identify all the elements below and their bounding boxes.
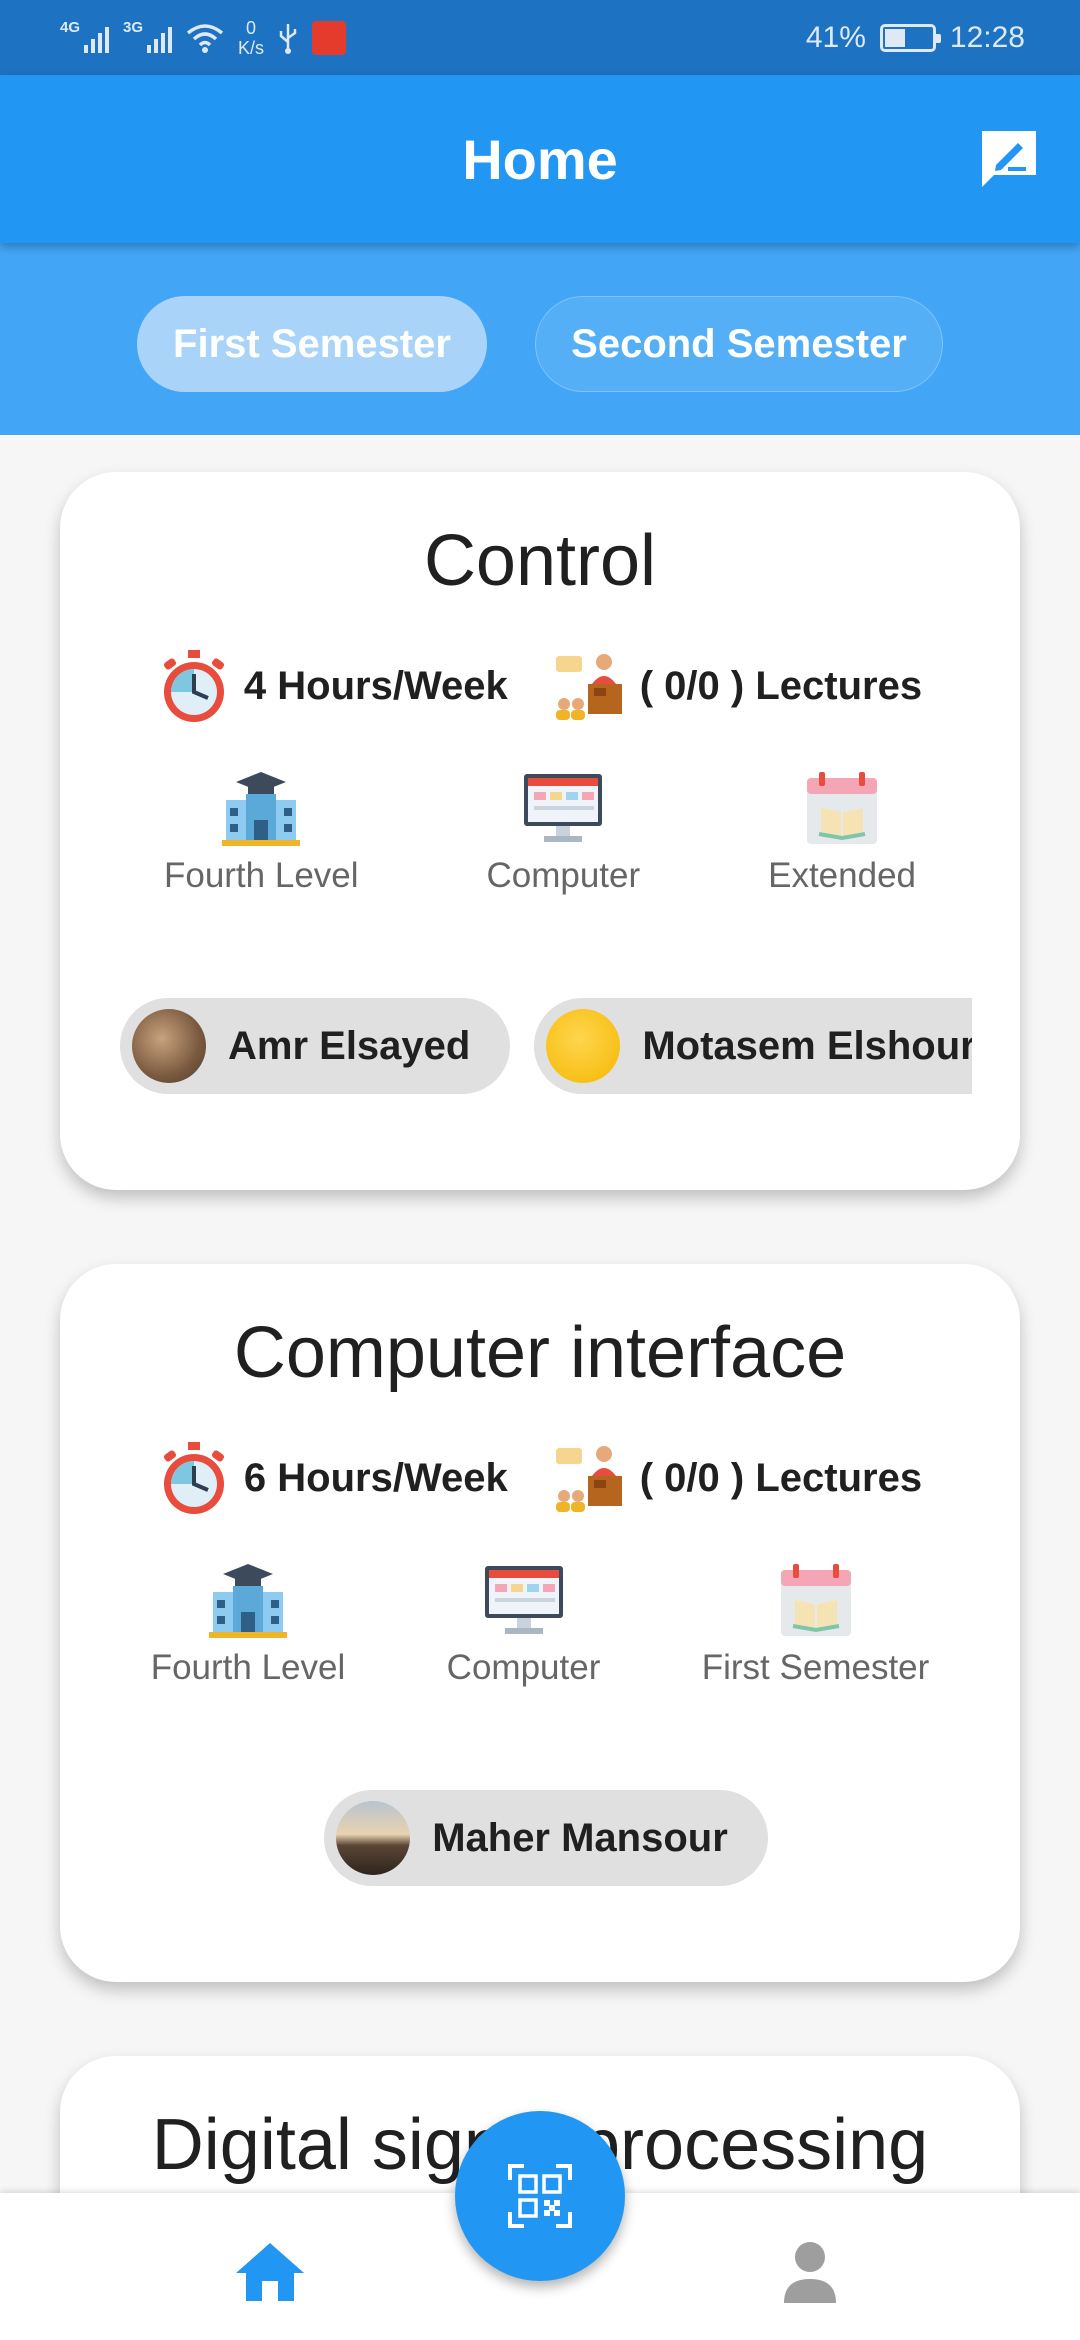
lectures-count: ( 0/0 ) Lectures: [554, 1442, 922, 1514]
course-info: Fourth Level Computer: [60, 1560, 1020, 1688]
chat-edit-icon[interactable]: [978, 127, 1040, 189]
hours-per-week: 6 Hours/Week: [158, 1440, 508, 1516]
calendar-book-icon: [780, 1564, 851, 1636]
course-card[interactable]: Computer interface 6 Hours/Week (0/0) …: [60, 1264, 1020, 1982]
battery-percent: 41%: [805, 20, 866, 54]
lectures-label: ( 0/0 ) Lectures: [639, 663, 923, 708]
status-bar-right: 41% 12:28: [806, 21, 1025, 55]
computer-monitor-icon: [524, 774, 603, 842]
battery-icon: [879, 23, 941, 52]
network-speed-unit: K/s: [238, 37, 265, 58]
course-stats: 6 Hours/Week ( 0/0 ) Lectures: [60, 1440, 1020, 1516]
lecturer-icon: [555, 654, 622, 720]
status-bar: 4G 3G 0 K/s 41% 12:28: [0, 0, 1080, 75]
instructor-chips: Amr Elsayed Motasem Elshourbagy: [120, 998, 972, 1094]
course-stats: 4 Hours/Week ( 0/0 ) Lectures: [60, 648, 1020, 724]
course-department-label: Computer: [486, 856, 641, 895]
course-term-label: First Semester: [701, 1648, 930, 1687]
course-card[interactable]: Control 4 Hours/Week (0/0) Lectures Fo…: [60, 472, 1020, 1190]
avatar: [336, 1801, 411, 1875]
course-level-label: Fourth Level: [163, 856, 359, 895]
course-term-label: Extended: [768, 856, 917, 895]
tab-second-semester[interactable]: Second Semester: [535, 296, 943, 392]
avatar: [546, 1009, 621, 1083]
instructor-chip[interactable]: Maher Mansour: [324, 1790, 768, 1886]
hours-per-week: 4 Hours/Week: [158, 648, 508, 724]
course-term: Extended: [768, 768, 916, 896]
course-department: Computer: [486, 768, 640, 896]
battery-level: [884, 28, 906, 47]
course-level-label: Fourth Level: [150, 1648, 346, 1687]
wifi-icon: [186, 23, 224, 53]
calendar-book-icon: [807, 772, 878, 844]
signal-4g-icon: 4G: [60, 19, 109, 53]
lecturer-icon: [555, 1446, 622, 1512]
qr-scan-icon: [508, 2164, 572, 2228]
semester-tabs: First Semester Second Semester: [0, 243, 1080, 435]
page-title: Home: [462, 127, 618, 191]
hours-label: 6 Hours/Week: [243, 1455, 508, 1500]
instructor-chips: Maher Mansour: [120, 1790, 972, 1886]
instructor-chip[interactable]: Motasem Elshourbagy: [534, 998, 972, 1094]
app-bar: Home: [0, 75, 1080, 243]
university-building-icon: [208, 1564, 287, 1638]
instructor-name: Amr Elsayed: [228, 1023, 471, 1068]
tab-first-semester[interactable]: First Semester: [137, 296, 487, 392]
usb-icon: [279, 23, 297, 54]
computer-monitor-icon: [484, 1566, 563, 1634]
network-speed-value: 0: [246, 17, 257, 38]
lectures-label: ( 0/0 ) Lectures: [639, 1455, 923, 1500]
university-building-icon: [222, 772, 301, 846]
course-title: Computer interface: [233, 1313, 847, 1393]
clock: 12:28: [949, 20, 1025, 54]
stopwatch-icon: [163, 1442, 224, 1514]
network-speed: 0 K/s: [238, 18, 264, 58]
course-department: Computer: [446, 1560, 601, 1688]
instructor-name: Maher Mansour: [432, 1815, 728, 1860]
course-title: Control: [423, 521, 657, 601]
person-icon[interactable]: [770, 2237, 850, 2307]
course-department-label: Computer: [446, 1648, 601, 1687]
hours-label: 4 Hours/Week: [243, 663, 508, 708]
qr-scan-button[interactable]: [455, 2111, 625, 2281]
instructor-name: Motasem Elshourbagy: [642, 1023, 972, 1068]
course-level: Fourth Level: [164, 768, 359, 896]
network-type-4g: 4G: [60, 18, 81, 36]
stopwatch-icon: [163, 650, 224, 722]
avatar: [132, 1009, 206, 1083]
course-info: Fourth Level Computer: [60, 768, 1020, 896]
instructor-chip[interactable]: Amr Elsayed: [120, 998, 511, 1094]
home-icon[interactable]: [230, 2237, 310, 2307]
status-bar-left: 4G 3G 0 K/s: [60, 18, 347, 58]
course-level: Fourth Level: [150, 1560, 346, 1688]
app-notification-icon: [312, 20, 347, 55]
course-term: First Semester: [701, 1560, 930, 1688]
lectures-count: ( 0/0 ) Lectures: [554, 650, 922, 722]
signal-3g-icon: 3G: [123, 19, 172, 53]
network-type-3g: 3G: [123, 18, 144, 36]
